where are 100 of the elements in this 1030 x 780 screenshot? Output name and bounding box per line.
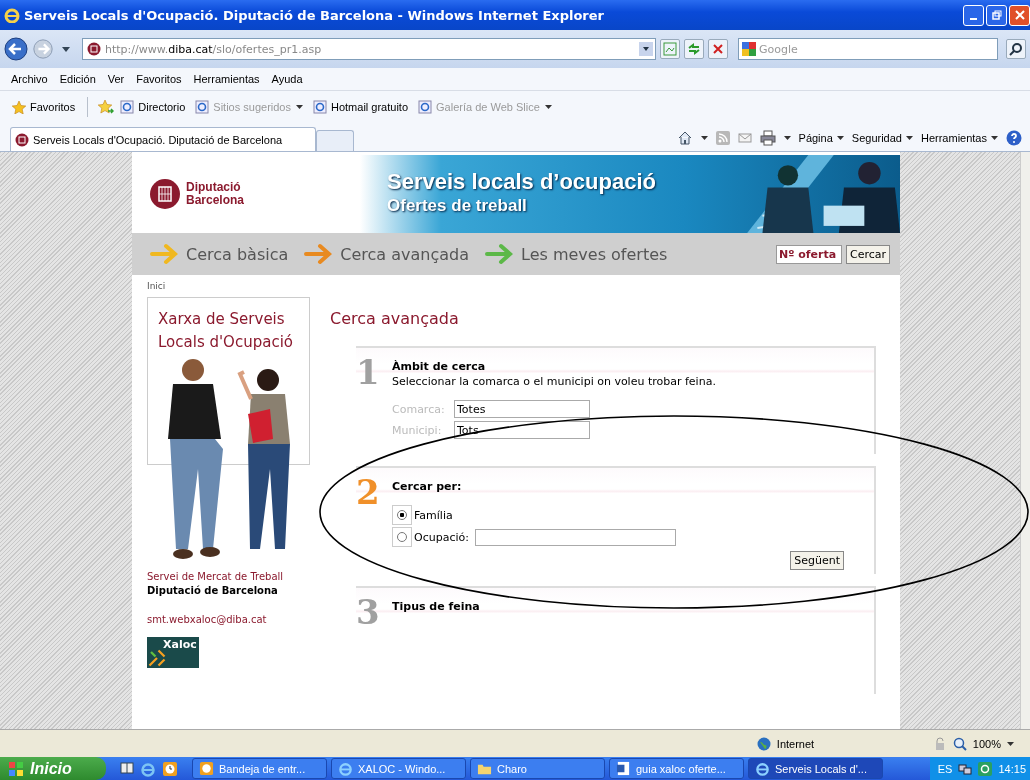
zoom-level[interactable]: 100% bbox=[972, 737, 1001, 750]
taskbar-button[interactable]: Serveis Locals d'... bbox=[748, 758, 883, 779]
address-field[interactable]: http://www.diba.cat/slo/ofertes_pr1.asp bbox=[82, 38, 656, 60]
input-field[interactable] bbox=[474, 528, 676, 546]
taskbar-button[interactable]: Charo bbox=[470, 758, 605, 779]
help-icon[interactable] bbox=[1006, 130, 1022, 146]
network-icon[interactable] bbox=[958, 761, 973, 776]
favorites-button[interactable]: Favoritos bbox=[10, 100, 78, 114]
stop-icon bbox=[711, 42, 725, 56]
tray-app-icon[interactable] bbox=[978, 761, 993, 776]
organization-name: Diputació de Barcelona bbox=[147, 585, 279, 596]
dropdown-icon[interactable] bbox=[639, 42, 653, 56]
browser-icon bbox=[338, 761, 353, 776]
favorites-link[interactable]: Directorio bbox=[120, 100, 186, 114]
page-icon bbox=[418, 100, 433, 114]
crest-icon bbox=[150, 179, 180, 209]
search-button[interactable] bbox=[1006, 39, 1026, 59]
zoom-icon bbox=[952, 736, 967, 751]
browser-tab[interactable]: Serveis Locals d'Ocupació. Diputació de Barcelona bbox=[10, 127, 316, 151]
globe-icon bbox=[756, 736, 771, 751]
close-icon bbox=[1014, 10, 1025, 20]
step-number: 1 bbox=[356, 354, 378, 394]
taskbar-button[interactable]: Bandeja de entr... bbox=[192, 758, 327, 779]
taskbar-button[interactable]: guia xaloc oferte... bbox=[609, 758, 744, 779]
caret-icon[interactable] bbox=[700, 136, 708, 140]
menu-item[interactable]: Archivo bbox=[6, 73, 53, 85]
logo-text: Diputació bbox=[186, 181, 242, 194]
command-menu[interactable]: Seguridad bbox=[851, 132, 902, 144]
close-button[interactable] bbox=[1009, 4, 1030, 26]
menu-item[interactable]: Favoritos bbox=[131, 73, 187, 85]
nav-link[interactable]: Les meves ofertes bbox=[521, 244, 668, 264]
minimize-button[interactable] bbox=[963, 4, 984, 26]
browser-icon bbox=[755, 761, 770, 776]
browser-icon[interactable] bbox=[140, 760, 156, 777]
step-title: Cercar per: bbox=[392, 480, 463, 493]
menu-item[interactable]: Ver bbox=[102, 73, 130, 85]
field-label: Comarca: bbox=[392, 402, 446, 416]
radio-button[interactable] bbox=[397, 510, 407, 520]
xaloc-logo: Xaloc bbox=[147, 637, 199, 668]
stop-button[interactable] bbox=[708, 39, 728, 59]
nav-link[interactable]: Cerca bàsica bbox=[186, 244, 289, 264]
document-icon bbox=[616, 761, 631, 776]
organization-name: Servei de Mercat de Treball bbox=[147, 571, 285, 582]
command-menu[interactable]: Página bbox=[798, 132, 833, 144]
page-icon bbox=[313, 100, 327, 114]
step-number: 2 bbox=[356, 474, 378, 514]
search-button[interactable]: Cercar bbox=[845, 244, 890, 264]
add-favorite-icon[interactable] bbox=[98, 99, 115, 115]
nav-link[interactable]: Cerca avançada bbox=[340, 244, 469, 264]
field-label: Municipi: bbox=[392, 423, 443, 437]
menu-item[interactable]: Edición bbox=[54, 73, 101, 85]
back-button[interactable] bbox=[4, 37, 28, 61]
site-icon bbox=[15, 132, 29, 147]
radio-button[interactable] bbox=[397, 532, 407, 542]
step-number: 3 bbox=[356, 594, 378, 634]
breadcrumb-link[interactable]: Inici bbox=[147, 281, 166, 291]
favorites-link[interactable]: Hotmail gratuito bbox=[313, 100, 409, 114]
menu-item[interactable]: Ayuda bbox=[266, 73, 308, 85]
windows-logo-icon bbox=[8, 760, 24, 777]
search-icon bbox=[1009, 42, 1023, 56]
logo-text: Barcelona bbox=[186, 194, 245, 207]
email-link[interactable]: smt.webxaloc@diba.cat bbox=[147, 614, 310, 625]
restore-button[interactable] bbox=[986, 4, 1007, 26]
next-button[interactable]: Següent bbox=[790, 551, 844, 570]
page-icon bbox=[195, 100, 210, 114]
search-field[interactable]: Google bbox=[738, 38, 998, 60]
caret-icon[interactable] bbox=[905, 136, 913, 140]
step-description: Seleccionar la comarca o el municipi on voleu trobar feina. bbox=[392, 375, 717, 388]
input-field[interactable]: Totes bbox=[454, 400, 590, 418]
page-icon bbox=[120, 100, 135, 114]
offer-number-field[interactable]: Nº oferta bbox=[775, 244, 842, 264]
page-heading: Cerca avançada bbox=[330, 309, 460, 328]
site-icon bbox=[87, 42, 101, 56]
search-provider-icon bbox=[742, 42, 756, 56]
star-icon bbox=[12, 100, 26, 114]
menu-item[interactable]: Herramientas bbox=[188, 73, 265, 85]
sidebar-title: Xarxa de Serveis Locals d'Ocupació bbox=[158, 309, 294, 353]
refresh-icon bbox=[687, 42, 701, 56]
radio-label: Ocupació: bbox=[414, 530, 469, 544]
book-icon[interactable] bbox=[120, 760, 134, 775]
browser-logo-icon bbox=[4, 7, 20, 23]
clock: 14:15 bbox=[998, 762, 1026, 775]
caret-icon[interactable] bbox=[62, 46, 70, 52]
security-zone: Internet bbox=[776, 737, 816, 750]
banner-subtitle: Ofertes de treball bbox=[387, 195, 527, 217]
page-chart-icon bbox=[663, 42, 677, 56]
caret-icon[interactable] bbox=[991, 136, 998, 140]
refresh-button[interactable] bbox=[684, 39, 704, 59]
home-icon[interactable] bbox=[676, 130, 693, 146]
calendar-icon[interactable] bbox=[162, 760, 178, 777]
command-menu[interactable]: Herramientas bbox=[920, 132, 987, 144]
caret-icon[interactable] bbox=[836, 136, 844, 140]
step-title: Tipus de feina bbox=[392, 600, 481, 613]
caret-icon[interactable] bbox=[783, 136, 791, 140]
start-button[interactable]: Inicio bbox=[0, 757, 106, 780]
print-icon[interactable] bbox=[759, 130, 776, 146]
caret-icon[interactable] bbox=[1007, 741, 1014, 746]
step-title: Àmbit de cerca bbox=[392, 360, 487, 373]
radio-label: Família bbox=[414, 508, 453, 522]
taskbar-button[interactable]: XALOC - Windo... bbox=[331, 758, 466, 779]
